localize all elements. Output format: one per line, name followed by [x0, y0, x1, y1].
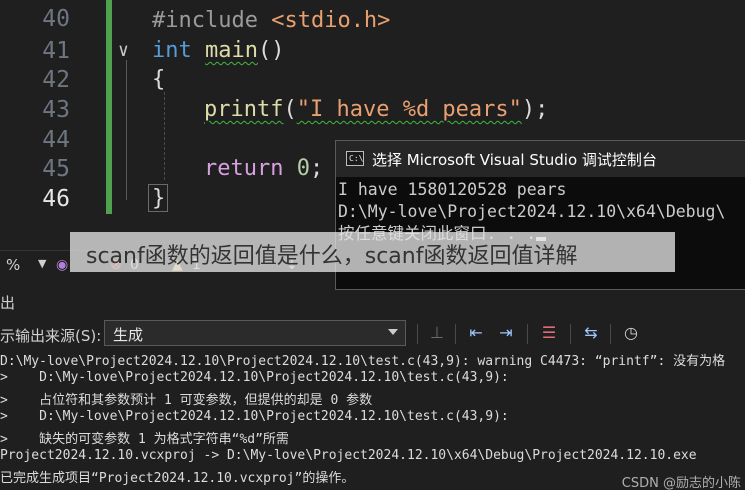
output-line: > 缺失的可变参数 1 为格式字符串“%d”所需: [0, 432, 289, 447]
line-number: 44: [42, 127, 70, 153]
include-directive: #include: [152, 8, 258, 33]
line-number-current: 46: [42, 186, 70, 212]
console-line: D:\My-love\Project2024.12.10\x64\Debug\: [338, 202, 726, 221]
line-number: 45: [42, 156, 70, 182]
toolbar-divider: [455, 324, 456, 344]
zoom-dropdown-icon[interactable]: ▼: [38, 257, 46, 270]
toolbar-divider: [417, 324, 418, 344]
code-line-43: printf("I have %d pears");: [204, 97, 548, 122]
toolbar-divider: [610, 324, 611, 344]
type-keyword: int: [152, 38, 192, 63]
next-message-icon[interactable]: ⇥: [495, 322, 517, 344]
output-line: > D:\My-love\Project2024.12.10\Project20…: [0, 369, 509, 385]
source-watermark: CSDN @励志的小陈: [621, 472, 741, 490]
printf-call: printf: [204, 97, 284, 122]
word-wrap-icon[interactable]: ⇆: [580, 322, 602, 344]
line-number: 43: [42, 97, 70, 123]
code-line-45: return 0;: [204, 156, 323, 181]
code-line-40: #include <stdio.h>: [152, 8, 390, 33]
copilot-icon[interactable]: ◉: [56, 257, 68, 273]
previous-message-icon[interactable]: ⇤: [465, 322, 487, 344]
fold-range-line: [126, 60, 127, 200]
fold-chevron-icon[interactable]: ∨: [118, 40, 129, 61]
open-paren: (: [283, 97, 297, 122]
output-panel: 出 示输出来源(S): 生成 ⊥ ⇤ ⇥ ☰ ⇆ ◷ D:\My-love\Pr…: [0, 280, 745, 490]
header-name: <stdio.h>: [271, 8, 391, 33]
semicolon: ;: [309, 156, 324, 181]
change-indicator-bar: [106, 0, 112, 214]
output-source-label: 示输出来源(S):: [0, 327, 102, 345]
output-source-value: 生成: [113, 326, 144, 344]
line-number: 42: [42, 67, 70, 93]
console-title: 选择 Microsoft Visual Studio 调试控制台: [372, 151, 657, 169]
code-line-46: }: [152, 186, 166, 211]
output-line: Project2024.12.10.vcxproj -> D:\My-love\…: [0, 447, 697, 463]
console-app-icon: C:\: [346, 151, 364, 166]
indent-guide: [164, 92, 165, 180]
toolbar-divider: [570, 324, 571, 344]
toolbar-divider: [527, 324, 528, 344]
output-line: > D:\My-love\Project2024.12.10\Project20…: [0, 408, 509, 424]
timestamp-clock-icon[interactable]: ◷: [620, 322, 642, 344]
console-title-bar[interactable]: C:\ 选择 Microsoft Visual Studio 调试控制台: [336, 141, 745, 177]
chevron-down-icon: [388, 329, 398, 335]
return-keyword: return: [204, 156, 284, 181]
clear-all-icon[interactable]: ☰: [538, 322, 560, 344]
function-name: main: [205, 38, 258, 63]
code-line-41: int main(): [152, 38, 284, 63]
output-source-select[interactable]: 生成: [104, 320, 406, 346]
line-number: 40: [42, 6, 70, 32]
parens: (): [257, 38, 285, 63]
output-panel-title: 出: [0, 294, 16, 312]
zoom-level[interactable]: %: [6, 256, 20, 274]
console-line: I have 1580120528 pears: [338, 180, 567, 199]
format-string: "I have %d pears": [296, 97, 522, 122]
caption-banner: scanf函数的返回值是什么，scanf函数返回值详解: [70, 232, 675, 272]
code-line-42: {: [152, 67, 166, 92]
output-line: > 占位符和其参数预计 1 可变参数，但提供的却是 0 参数: [0, 393, 373, 408]
close-paren: );: [521, 97, 549, 122]
output-log[interactable]: D:\My-love\Project2024.12.10\Project2024…: [0, 350, 745, 487]
find-message-icon[interactable]: ⊥: [426, 322, 448, 344]
caption-text: scanf函数的返回值是什么，scanf函数返回值详解: [86, 244, 578, 269]
return-value: 0: [296, 156, 310, 181]
line-number: 41: [42, 38, 70, 64]
output-line: D:\My-love\Project2024.12.10\Project2024…: [0, 354, 726, 369]
